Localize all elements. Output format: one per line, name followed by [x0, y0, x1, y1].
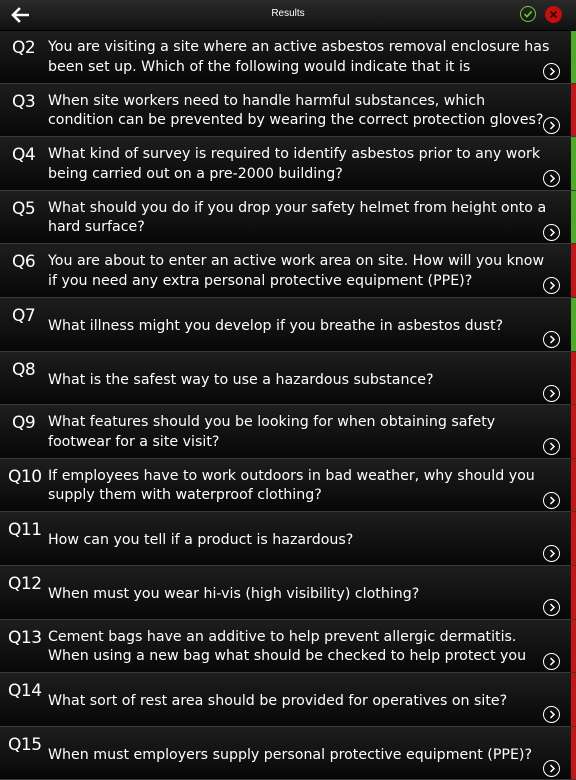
- question-row[interactable]: Q15 When must employers supply personal p…: [0, 726, 576, 780]
- question-number: Q6: [12, 252, 36, 273]
- incorrect-filter-icon[interactable]: [545, 6, 562, 23]
- chevron-right-icon[interactable]: [543, 116, 560, 134]
- question-text: What is the safest way to use a hazardou…: [48, 371, 434, 388]
- question-text: What illness might you develop if you br…: [48, 317, 504, 334]
- chevron-right-icon[interactable]: [543, 330, 560, 348]
- check-icon: [523, 10, 533, 18]
- question-text: You are visiting a site where an active …: [48, 39, 550, 75]
- chevron-right-icon[interactable]: [543, 384, 560, 402]
- result-indicator: [571, 458, 576, 512]
- result-indicator: [571, 512, 576, 565]
- question-text: What kind of survey is required to ident…: [48, 146, 541, 182]
- result-indicator: [571, 83, 576, 137]
- cross-icon: [549, 10, 558, 19]
- results-list: Q2 You are visiting a site where an activ…: [0, 30, 576, 780]
- question-row[interactable]: Q8 What is the safest way to use a hazard…: [0, 351, 576, 406]
- chevron-right-icon[interactable]: [543, 277, 560, 295]
- question-number: Q13: [8, 627, 42, 648]
- question-row[interactable]: Q2 You are visiting a site where an activ…: [0, 30, 576, 84]
- question-number: Q4: [12, 145, 36, 166]
- question-row[interactable]: Q10 If employees have to work outdoors in…: [0, 458, 576, 513]
- chevron-right-icon[interactable]: [543, 706, 560, 724]
- question-number: Q7: [12, 305, 36, 326]
- question-row[interactable]: Q13 Cement bags have an additive to help …: [0, 619, 576, 674]
- question-row[interactable]: Q4 What kind of survey is required to ide…: [0, 137, 576, 191]
- question-row[interactable]: Q7 What illness might you develop if you …: [0, 297, 576, 352]
- question-row[interactable]: Q3 When site workers need to handle harmf…: [0, 83, 576, 138]
- chevron-right-icon[interactable]: [543, 491, 560, 509]
- question-row[interactable]: Q9 What features should you be looking fo…: [0, 405, 576, 459]
- chevron-right-icon[interactable]: [543, 438, 560, 456]
- chevron-right-icon[interactable]: [543, 545, 560, 563]
- result-indicator: [571, 405, 576, 458]
- question-number: Q11: [8, 520, 42, 541]
- result-indicator: [571, 673, 576, 726]
- question-number: Q8: [12, 359, 36, 380]
- question-text: When must employers supply personal prot…: [48, 746, 532, 763]
- chevron-right-icon[interactable]: [543, 63, 560, 80]
- result-indicator: [571, 190, 576, 244]
- question-number: Q2: [12, 38, 36, 58]
- question-row[interactable]: Q12 When must you wear hi-vis (high visib…: [0, 565, 576, 620]
- result-indicator: [571, 244, 576, 297]
- page-title: Results: [271, 8, 305, 19]
- chevron-right-icon[interactable]: [543, 223, 560, 241]
- question-row[interactable]: Q6 You are about to enter an active work …: [0, 244, 576, 298]
- question-text: Cement bags have an additive to help pre…: [48, 628, 527, 665]
- question-number: Q5: [12, 198, 36, 219]
- question-text: How can you tell if a product is hazardo…: [48, 532, 354, 549]
- question-text: What sort of rest area should be provide…: [48, 693, 508, 710]
- chevron-right-icon[interactable]: [543, 759, 560, 777]
- question-text: When site workers need to handle harmful…: [48, 92, 544, 129]
- result-indicator: [571, 726, 576, 780]
- question-text: When must you wear hi-vis (high visibili…: [48, 585, 420, 602]
- result-indicator: [571, 297, 576, 351]
- question-number: Q9: [12, 413, 36, 434]
- question-number: Q10: [8, 466, 42, 487]
- chevron-right-icon[interactable]: [543, 170, 560, 188]
- question-row[interactable]: Q14 What sort of rest area should be prov…: [0, 673, 576, 727]
- result-indicator: [571, 351, 576, 405]
- question-number: Q3: [12, 91, 36, 112]
- question-text: What should you do if you drop your safe…: [48, 199, 547, 236]
- question-number: Q14: [8, 681, 42, 702]
- question-row[interactable]: Q5 What should you do if you drop your sa…: [0, 190, 576, 245]
- question-text: What features should you be looking for …: [48, 414, 496, 450]
- result-indicator: [571, 619, 576, 673]
- chevron-right-icon[interactable]: [543, 652, 560, 670]
- result-indicator: [571, 30, 576, 83]
- result-indicator: [571, 565, 576, 619]
- chevron-right-icon[interactable]: [543, 598, 560, 616]
- question-row[interactable]: Q11 How can you tell if a product is haza…: [0, 512, 576, 566]
- question-text: You are about to enter an active work ar…: [48, 253, 545, 289]
- correct-filter-icon[interactable]: [520, 6, 536, 22]
- question-number: Q12: [8, 573, 42, 594]
- result-indicator: [571, 137, 576, 190]
- top-bar: Results: [0, 0, 576, 31]
- question-number: Q15: [8, 734, 42, 755]
- question-text: If employees have to work outdoors in ba…: [48, 467, 535, 504]
